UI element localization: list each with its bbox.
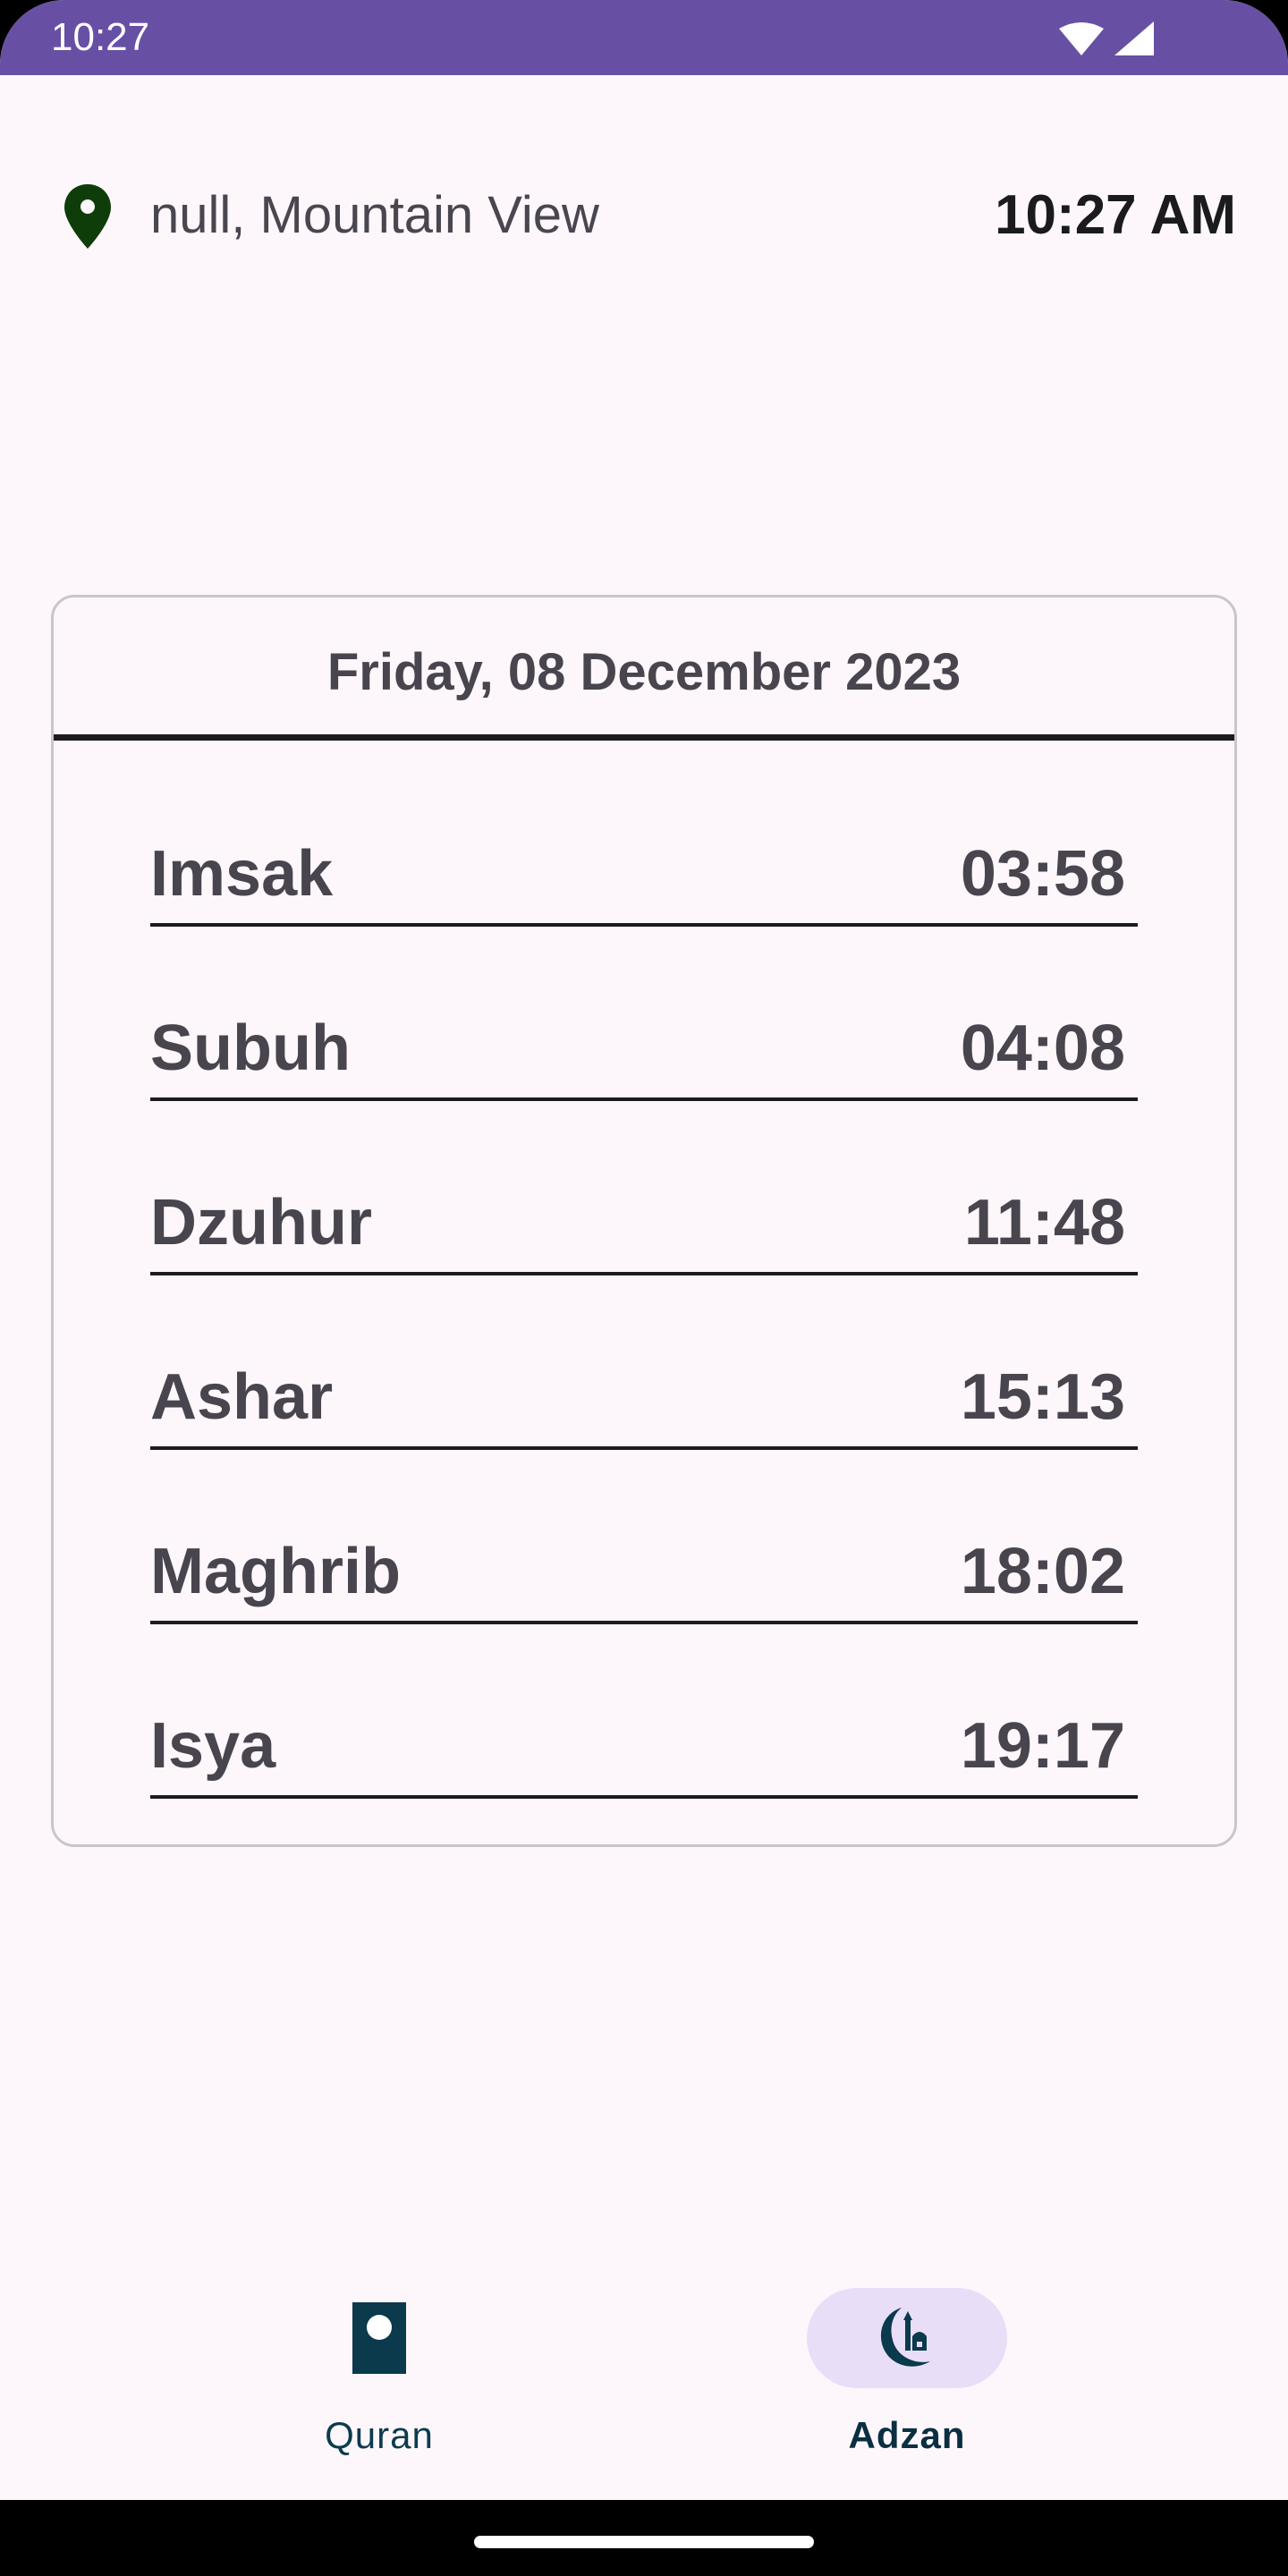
prayer-schedule-card: Friday, 08 December 2023 Imsak 03:58 Sub… (51, 595, 1237, 1847)
prayer-time: 19:17 (960, 1710, 1125, 1782)
prayer-row-subuh: Subuh 04:08 (150, 996, 1138, 1170)
prayer-name: Ashar (150, 1361, 334, 1433)
status-icons (1059, 21, 1154, 55)
prayer-name: Subuh (150, 1013, 351, 1084)
status-bar: 10:27 (0, 0, 1288, 75)
prayer-time: 04:08 (960, 1013, 1125, 1084)
cellular-signal-icon (1114, 21, 1154, 55)
status-time: 10:27 (51, 15, 150, 59)
date-divider (54, 734, 1234, 741)
location-pin-icon[interactable] (61, 182, 114, 250)
wifi-icon (1059, 22, 1104, 55)
prayer-name: Maghrib (150, 1536, 401, 1607)
location-label: null, Mountain View (150, 186, 599, 244)
prayer-time: 11:48 (963, 1187, 1125, 1258)
app-screen: 10:27 null, Mountain View 10:27 AM Frida… (0, 0, 1288, 2576)
nav-label-quran: Quran (325, 2414, 434, 2456)
nav-item-quran[interactable]: Quran (218, 2288, 540, 2467)
location-header: null, Mountain View 10:27 AM (0, 170, 1288, 259)
nav-label-adzan: Adzan (848, 2414, 966, 2456)
bottom-navigation: Quran Adzan (0, 2254, 1288, 2500)
prayer-time: 15:13 (960, 1361, 1125, 1433)
schedule-date: Friday, 08 December 2023 (326, 643, 962, 701)
book-icon (352, 2302, 406, 2374)
mosque-crescent-icon (880, 2308, 930, 2367)
prayer-list: Imsak 03:58 Subuh 04:08 Dzuhur 11:48 Ash… (150, 821, 1138, 1868)
prayer-time: 18:02 (960, 1536, 1125, 1607)
prayer-row-maghrib: Maghrib 18:02 (150, 1519, 1138, 1693)
gesture-navigation-area (0, 2500, 1288, 2576)
prayer-name: Dzuhur (150, 1187, 372, 1258)
prayer-row-ashar: Ashar 15:13 (150, 1344, 1138, 1519)
home-gesture-handle[interactable] (474, 2536, 814, 2548)
prayer-name: Isya (150, 1710, 276, 1782)
prayer-row-isya: Isya 19:17 (150, 1693, 1138, 1868)
current-time: 10:27 AM (995, 184, 1236, 246)
nav-item-adzan[interactable]: Adzan (746, 2288, 1068, 2467)
prayer-name: Imsak (150, 838, 334, 910)
prayer-time: 03:58 (960, 838, 1125, 910)
prayer-row-dzuhur: Dzuhur 11:48 (150, 1170, 1138, 1344)
prayer-row-imsak: Imsak 03:58 (150, 821, 1138, 996)
